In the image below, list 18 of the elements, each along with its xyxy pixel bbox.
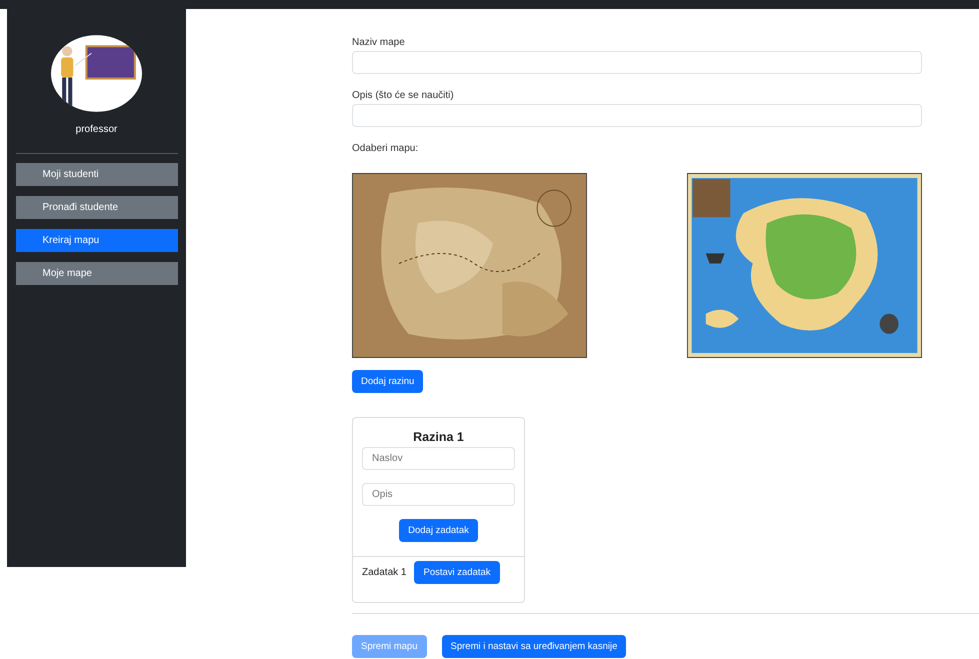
nav-item[interactable]: Pronađi studente	[16, 196, 178, 219]
field-label: Naziv mape	[352, 37, 406, 48]
nav-item[interactable]: Moji studenti	[16, 163, 178, 186]
description-field[interactable]: Opis	[362, 483, 515, 506]
level-title: Razina 1	[413, 430, 464, 444]
nav-item[interactable]: Kreiraj mapu	[16, 229, 178, 252]
save-button[interactable]: Spremi i nastavi sa uređivanjem kasnije	[442, 635, 626, 658]
username: professor	[76, 124, 118, 135]
input-field[interactable]	[352, 104, 922, 127]
field-label: Opis (što će se naučiti)	[352, 90, 455, 101]
field-label: Odaberi mapu:	[352, 143, 420, 154]
add-task-button[interactable]: Dodaj zadatak	[399, 519, 478, 542]
input-field[interactable]	[352, 51, 922, 74]
title-field[interactable]: Naslov	[362, 447, 515, 470]
add-level-button[interactable]: Dodaj razinu	[352, 370, 424, 393]
task-label: Zadatak 1	[362, 567, 406, 578]
nav-item[interactable]: Moje mape	[16, 262, 178, 285]
set-task-button[interactable]: Postavi zadatak	[414, 561, 500, 584]
